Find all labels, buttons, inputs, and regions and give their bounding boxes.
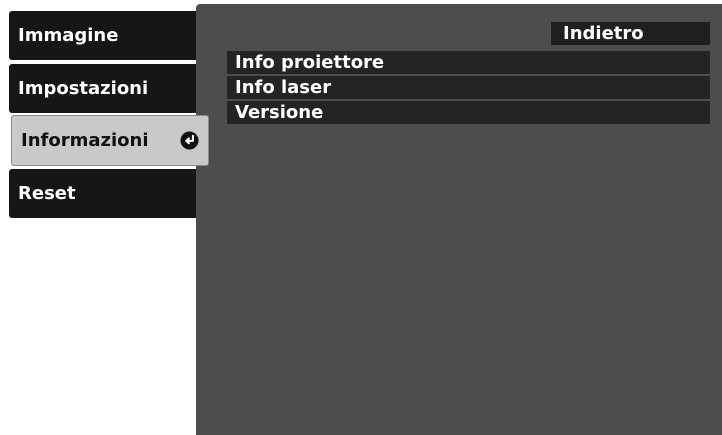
sidebar-item-label: Informazioni — [21, 130, 149, 151]
submenu-list: Info proiettore Info laser Versione — [227, 51, 710, 126]
sidebar-item-label: Reset — [18, 183, 76, 204]
sidebar-item-reset[interactable]: Reset — [9, 169, 196, 218]
sidebar-item-label: Immagine — [18, 25, 119, 46]
menu-item-info-laser[interactable]: Info laser — [227, 76, 710, 99]
sidebar: Immagine Impostazioni Informazioni Reset — [0, 0, 209, 435]
sidebar-item-informazioni[interactable]: Informazioni — [11, 115, 209, 166]
enter-icon — [180, 131, 199, 150]
sidebar-item-label: Impostazioni — [18, 78, 149, 99]
sidebar-item-immagine[interactable]: Immagine — [9, 11, 196, 60]
menu-item-versione[interactable]: Versione — [227, 101, 710, 124]
back-button[interactable]: Indietro — [551, 22, 710, 45]
sidebar-item-impostazioni[interactable]: Impostazioni — [9, 64, 196, 113]
menu-item-info-proiettore[interactable]: Info proiettore — [227, 51, 710, 74]
submenu-panel: Indietro Info proiettore Info laser Vers… — [196, 4, 722, 435]
